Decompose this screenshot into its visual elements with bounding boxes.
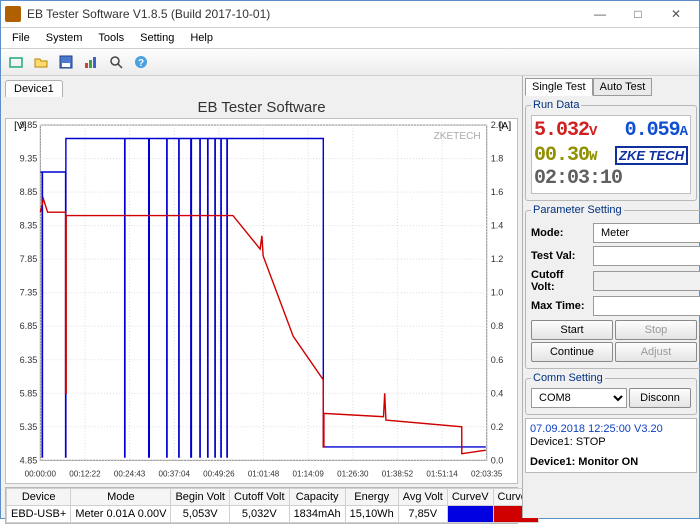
maximize-button[interactable]: □ bbox=[619, 3, 657, 25]
svg-text:00:12:22: 00:12:22 bbox=[69, 469, 101, 478]
svg-text:00:37:04: 00:37:04 bbox=[159, 469, 191, 478]
device-tab[interactable]: Device1 bbox=[5, 80, 63, 97]
cell-mode: Meter 0.01A 0.00V bbox=[71, 505, 171, 522]
cell-device: EBD-USB+ bbox=[7, 505, 71, 522]
cutoff-volt-input bbox=[593, 271, 700, 291]
cell-cutoff: 5,032V bbox=[230, 505, 290, 522]
cell-capacity: 1834mAh bbox=[289, 505, 345, 522]
svg-text:00:24:43: 00:24:43 bbox=[114, 469, 146, 478]
max-time-input[interactable] bbox=[593, 296, 700, 316]
svg-text:ZKETECH: ZKETECH bbox=[434, 131, 481, 142]
voltage-value: 5.032 bbox=[534, 119, 589, 142]
svg-text:00:00:00: 00:00:00 bbox=[25, 469, 57, 478]
param-legend: Parameter Setting bbox=[531, 204, 624, 216]
svg-text:01:51:14: 01:51:14 bbox=[426, 469, 458, 478]
cell-energy: 15,10Wh bbox=[345, 505, 398, 522]
run-data-legend: Run Data bbox=[531, 99, 581, 111]
status-line-1: 07.09.2018 12:25:00 V3.20 bbox=[530, 423, 692, 435]
close-button[interactable]: ✕ bbox=[657, 3, 695, 25]
svg-text:?: ? bbox=[138, 58, 144, 69]
tab-auto-test[interactable]: Auto Test bbox=[593, 78, 653, 96]
cell-begin: 5,053V bbox=[171, 505, 230, 522]
svg-text:0.0: 0.0 bbox=[491, 455, 504, 465]
menu-tools[interactable]: Tools bbox=[91, 30, 131, 46]
comm-legend: Comm Setting bbox=[531, 372, 605, 384]
elapsed-time: 02:03:10 bbox=[534, 167, 622, 190]
tool-help-icon[interactable]: ? bbox=[130, 51, 152, 73]
start-button[interactable]: Start bbox=[531, 320, 613, 340]
data-table: DeviceModeBegin VoltCutoff VoltCapacityE… bbox=[5, 487, 518, 524]
menu-setting[interactable]: Setting bbox=[133, 30, 181, 46]
svg-text:1.0: 1.0 bbox=[491, 288, 504, 298]
svg-text:7.85: 7.85 bbox=[20, 254, 38, 264]
svg-text:6.35: 6.35 bbox=[20, 355, 38, 365]
chart-area: 4.85 5.35 5.85 6.35 6.85 7.35 7.85 8.35 8.85 9.35… bbox=[5, 118, 518, 484]
svg-text:5.85: 5.85 bbox=[20, 388, 38, 398]
window-title: EB Tester Software V1.8.5 (Build 2017-10… bbox=[27, 7, 581, 21]
svg-text:4.85: 4.85 bbox=[20, 455, 38, 465]
svg-text:8.85: 8.85 bbox=[20, 187, 38, 197]
svg-text:02:03:35: 02:03:35 bbox=[471, 469, 503, 478]
svg-text:6.85: 6.85 bbox=[20, 321, 38, 331]
svg-text:9.35: 9.35 bbox=[20, 154, 38, 164]
adjust-button: Adjust bbox=[615, 342, 697, 362]
status-line-3: Device1: Monitor ON bbox=[530, 456, 692, 468]
power-value: 00.30 bbox=[534, 144, 589, 167]
continue-button[interactable]: Continue bbox=[531, 342, 613, 362]
svg-text:0.8: 0.8 bbox=[491, 321, 504, 331]
svg-text:01:26:30: 01:26:30 bbox=[337, 469, 369, 478]
svg-text:01:01:48: 01:01:48 bbox=[248, 469, 280, 478]
run-data-group: Run Data 5.032V 0.059A 00.30W ZKE TECH 0… bbox=[525, 99, 697, 201]
status-line-2: Device1: STOP bbox=[530, 436, 692, 448]
menu-system[interactable]: System bbox=[39, 30, 90, 46]
disconnect-button[interactable]: Disconn bbox=[629, 388, 691, 408]
svg-text:5.35: 5.35 bbox=[20, 422, 38, 432]
menu-file[interactable]: File bbox=[5, 30, 37, 46]
menubar: File System Tools Setting Help bbox=[1, 28, 699, 49]
tool-chart-icon[interactable] bbox=[80, 51, 102, 73]
svg-text:01:38:52: 01:38:52 bbox=[382, 469, 414, 478]
toolbar: ? bbox=[1, 49, 699, 76]
cell-curve-v bbox=[447, 505, 493, 522]
svg-text:[A]: [A] bbox=[499, 121, 512, 132]
status-panel: 07.09.2018 12:25:00 V3.20 Device1: STOP … bbox=[525, 418, 697, 473]
svg-text:00:49:26: 00:49:26 bbox=[203, 469, 235, 478]
mode-select[interactable]: Meter bbox=[593, 223, 700, 243]
svg-text:01:14:09: 01:14:09 bbox=[292, 469, 324, 478]
minimize-button[interactable]: — bbox=[581, 3, 619, 25]
svg-text:1.6: 1.6 bbox=[491, 187, 504, 197]
svg-text:1.4: 1.4 bbox=[491, 221, 504, 231]
svg-text:8.35: 8.35 bbox=[20, 221, 38, 231]
test-val-input[interactable] bbox=[593, 246, 700, 266]
stop-button: Stop bbox=[615, 320, 697, 340]
svg-text:7.35: 7.35 bbox=[20, 288, 38, 298]
current-value: 0.059 bbox=[625, 119, 680, 142]
svg-text:0.2: 0.2 bbox=[491, 422, 504, 432]
cell-avg: 7,85V bbox=[398, 505, 447, 522]
app-icon bbox=[5, 6, 21, 22]
comm-group: Comm Setting COM8 Disconn bbox=[525, 372, 697, 415]
com-port-select[interactable]: COM8 bbox=[531, 388, 627, 408]
svg-text:0.4: 0.4 bbox=[491, 388, 504, 398]
svg-text:1.8: 1.8 bbox=[491, 154, 504, 164]
brand-badge: ZKE TECH bbox=[615, 146, 688, 165]
tool-icon-1[interactable] bbox=[5, 51, 27, 73]
menu-help[interactable]: Help bbox=[183, 30, 220, 46]
tab-single-test[interactable]: Single Test bbox=[525, 78, 593, 96]
chart-title: EB Tester Software bbox=[5, 97, 518, 118]
svg-text:[V]: [V] bbox=[14, 121, 27, 132]
tool-open-icon[interactable] bbox=[30, 51, 52, 73]
svg-text:1.2: 1.2 bbox=[491, 254, 504, 264]
tool-save-icon[interactable] bbox=[55, 51, 77, 73]
svg-text:0.6: 0.6 bbox=[491, 355, 504, 365]
tool-zoom-icon[interactable] bbox=[105, 51, 127, 73]
parameter-group: Parameter Setting Mode: Meter Test Val: … bbox=[525, 204, 700, 369]
titlebar: EB Tester Software V1.8.5 (Build 2017-10… bbox=[1, 1, 699, 28]
